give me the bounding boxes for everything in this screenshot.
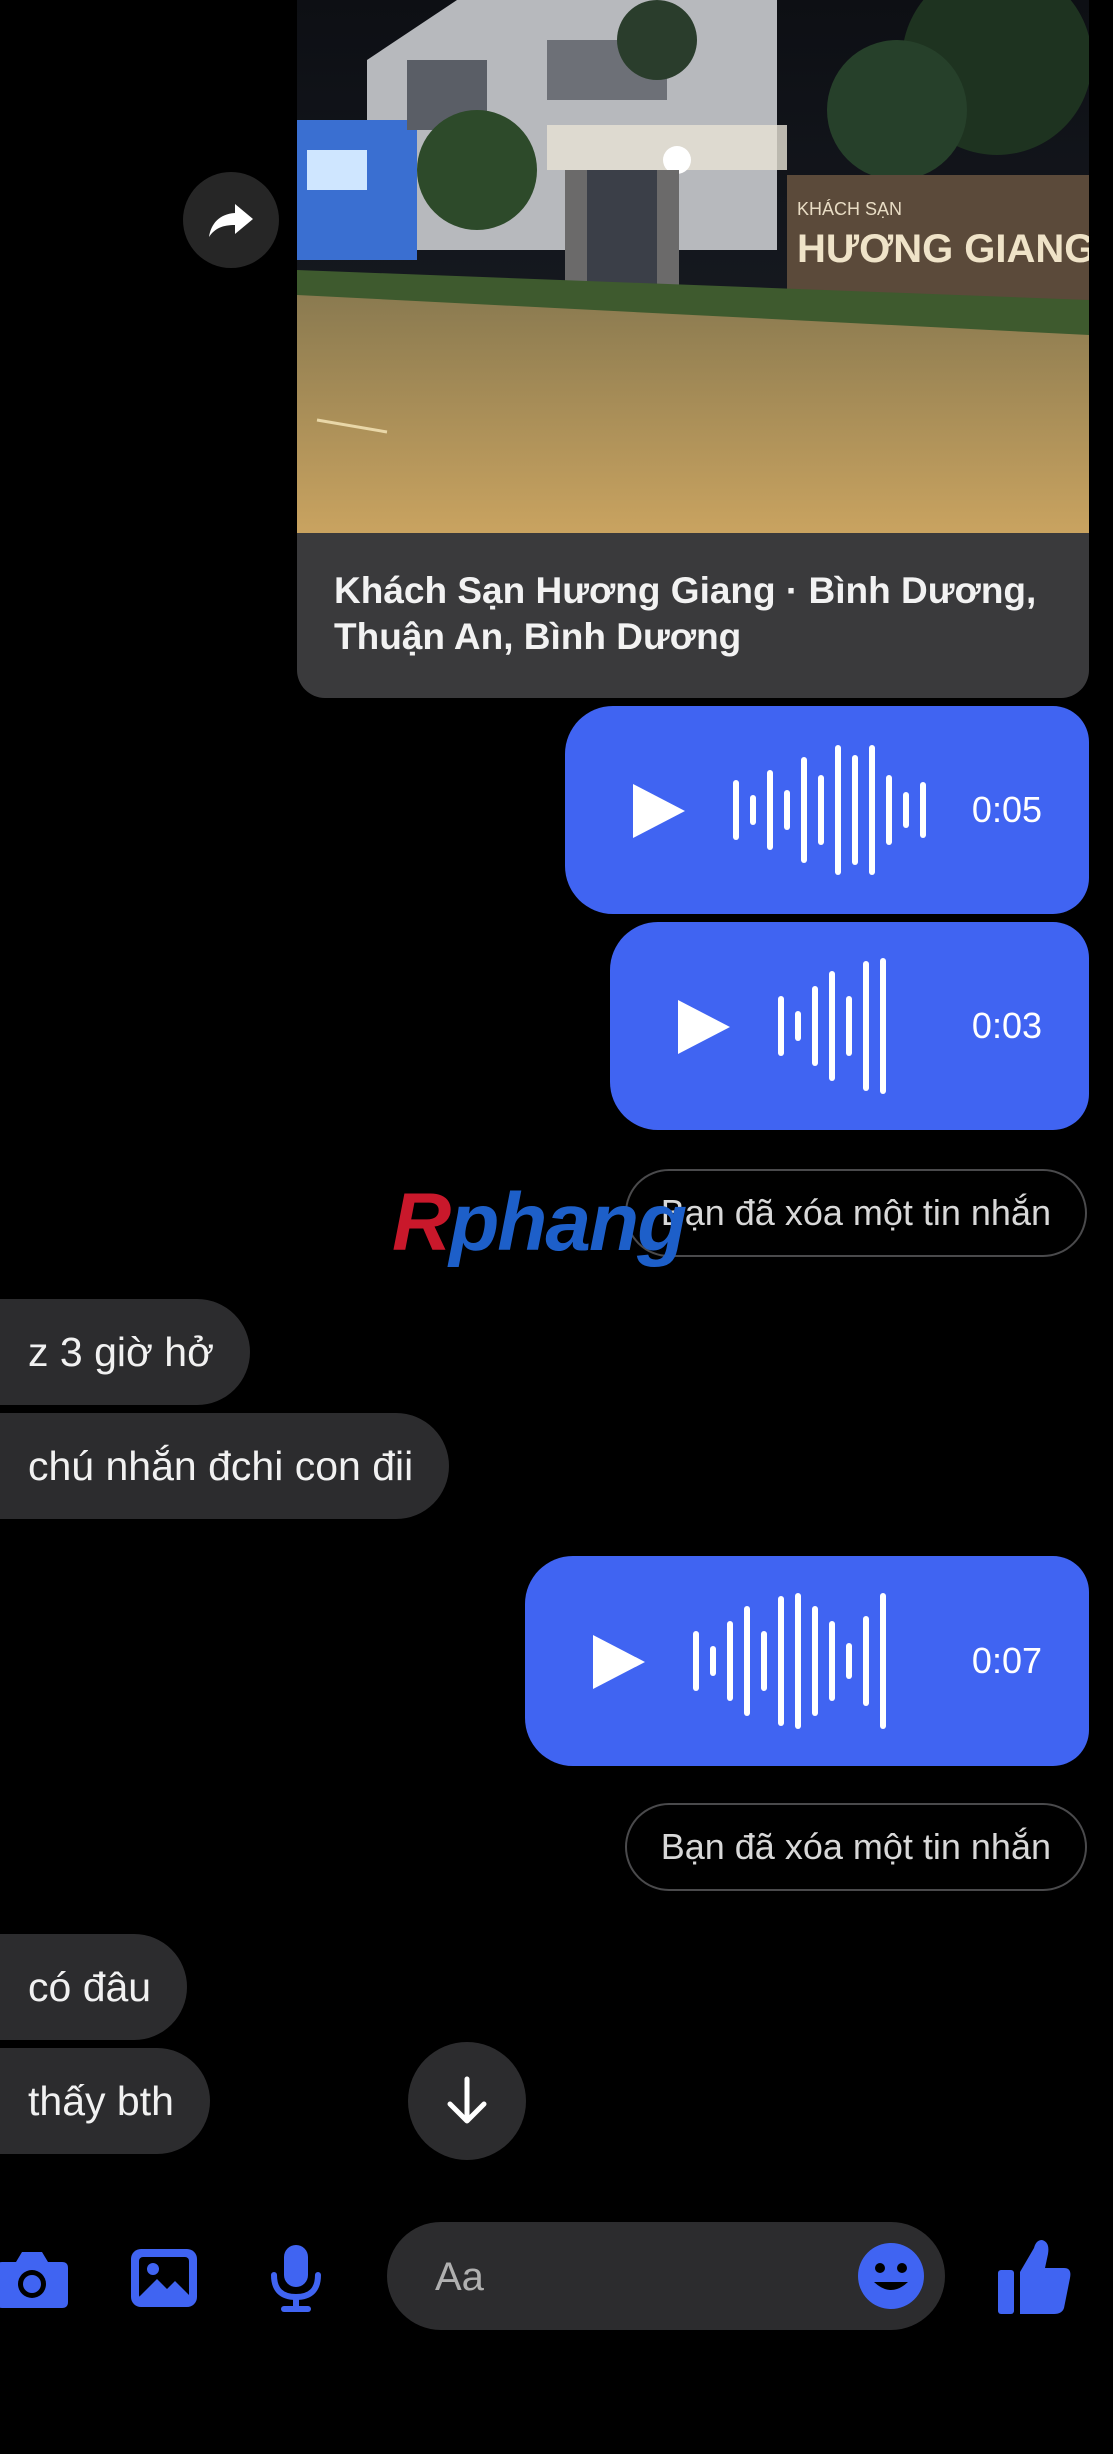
- sign-line-2: HƯƠNG GIANG: [797, 227, 1089, 271]
- camera-icon: [0, 2252, 68, 2308]
- message-input[interactable]: [433, 2246, 817, 2308]
- received-message[interactable]: chú nhắn đchi con đii: [0, 1413, 450, 1519]
- audio-waveform: [778, 958, 886, 1094]
- play-icon[interactable]: [589, 1633, 647, 1691]
- image-icon: [131, 2249, 197, 2307]
- microphone-icon: [271, 2245, 321, 2312]
- arrow-down-icon: [447, 2076, 487, 2124]
- deleted-message-notice: Bạn đã xóa một tin nhắn: [624, 1169, 1087, 1257]
- voice-duration: 0:05: [971, 789, 1042, 830]
- voice-record-button[interactable]: [258, 2240, 334, 2316]
- play-icon[interactable]: [629, 782, 687, 840]
- play-icon[interactable]: [674, 998, 732, 1056]
- share-button[interactable]: [183, 172, 279, 268]
- share-icon: [209, 204, 253, 237]
- received-message[interactable]: có đâu: [0, 1934, 188, 2040]
- location-caption: Khách Sạn Hương Giang · Bình Dương, Thuậ…: [334, 570, 1037, 657]
- thumbs-up-icon[interactable]: [996, 2236, 1072, 2316]
- voice-duration: 0:03: [971, 1005, 1042, 1046]
- emoji-icon[interactable]: [857, 2242, 925, 2310]
- deleted-message-notice: Bạn đã xóa một tin nhắn: [624, 1803, 1087, 1891]
- message-input-box[interactable]: [387, 2222, 945, 2330]
- message-composer: [0, 2210, 1113, 2350]
- voice-message-1[interactable]: 0:05: [565, 706, 1089, 914]
- camera-button[interactable]: [0, 2240, 70, 2316]
- received-message[interactable]: thấy bth: [0, 2048, 210, 2154]
- sign-line-1: KHÁCH SẠN: [797, 199, 902, 219]
- scroll-to-bottom-button[interactable]: [408, 2042, 526, 2160]
- received-message[interactable]: z 3 giờ hở: [0, 1299, 250, 1405]
- watermark-logo: Rphang: [392, 1176, 687, 1270]
- voice-message-3[interactable]: 0:07: [525, 1556, 1089, 1766]
- gallery-button[interactable]: [126, 2240, 202, 2316]
- voice-message-2[interactable]: 0:03: [610, 922, 1089, 1130]
- location-share-card[interactable]: KHÁCH SẠN HƯƠNG GIANG Khách Sạn Hương Gi…: [297, 0, 1089, 698]
- audio-waveform: [733, 742, 926, 878]
- watermark-rest: phang: [449, 1177, 687, 1268]
- hotel-photo: KHÁCH SẠN HƯƠNG GIANG: [297, 0, 1089, 533]
- watermark-first-letter: R: [392, 1177, 451, 1268]
- chat-screen: KHÁCH SẠN HƯƠNG GIANG Khách Sạn Hương Gi…: [0, 0, 1113, 2454]
- audio-waveform: [693, 1593, 886, 1729]
- voice-duration: 0:07: [971, 1640, 1042, 1681]
